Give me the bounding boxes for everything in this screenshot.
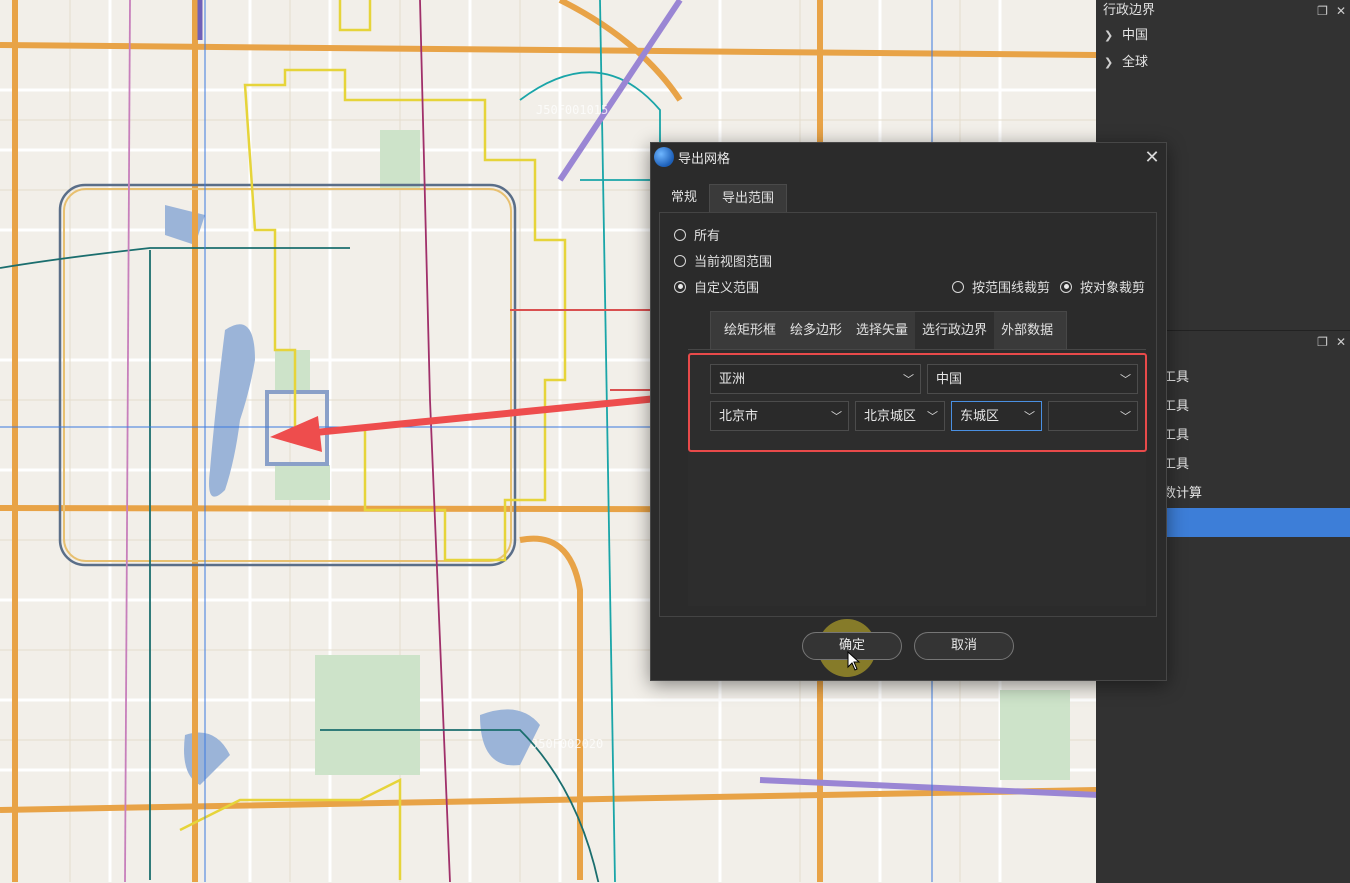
- tab-select-vector[interactable]: 选择矢量: [849, 312, 915, 350]
- panel-title: 行政边界: [1103, 3, 1156, 18]
- restore-icon[interactable]: ❐: [1317, 0, 1328, 22]
- tree-item-label: 全球: [1122, 55, 1149, 70]
- radio-label: 自定义范围: [694, 281, 760, 296]
- tree-item-label: 中国: [1122, 28, 1149, 43]
- chevron-right-icon[interactable]: ❯: [1104, 49, 1122, 76]
- export-grid-dialog: 导出网格 ✕ 常规 导出范围 所有 当前视图范围 自定义范围 按范围线裁剪 按对…: [650, 142, 1167, 681]
- panel-header: 行政边界 ❐ ✕: [1096, 0, 1350, 22]
- dialog-titlebar[interactable]: 导出网格 ✕: [651, 143, 1166, 171]
- radio-circle[interactable]: [1060, 280, 1072, 293]
- radio-current-view[interactable]: 当前视图范围: [674, 251, 772, 270]
- radio-label: 按对象裁剪: [1080, 281, 1146, 296]
- cancel-button[interactable]: 取消: [914, 632, 1014, 660]
- range-method-tabs: 绘矩形框 绘多边形 选择矢量 选行政边界 外部数据: [710, 311, 1068, 350]
- tab-export-range[interactable]: 导出范围: [709, 184, 788, 213]
- radio-all[interactable]: 所有: [674, 225, 720, 244]
- annotation-highlight-box: [688, 353, 1147, 452]
- radio-label: 当前视图范围: [694, 255, 773, 270]
- tab-draw-polygon[interactable]: 绘多边形: [783, 312, 849, 350]
- mouse-pointer-icon: [847, 651, 861, 671]
- radio-circle[interactable]: [952, 280, 964, 293]
- tab-general[interactable]: 常规: [659, 184, 709, 212]
- arrow-shaft: [309, 393, 673, 437]
- radio-label: 按范围线裁剪: [972, 281, 1051, 296]
- radio-circle[interactable]: [674, 254, 686, 267]
- radio-circle[interactable]: [674, 228, 686, 241]
- radio-circle[interactable]: [674, 280, 686, 293]
- close-icon[interactable]: ✕: [1336, 331, 1346, 353]
- radio-clip-by-object[interactable]: 按对象裁剪: [1060, 277, 1145, 296]
- radio-custom-range[interactable]: 自定义范围: [674, 277, 759, 296]
- tab-select-admin-boundary[interactable]: 选行政边界: [915, 312, 995, 350]
- tree-item-global[interactable]: ❯ 全球: [1096, 49, 1350, 76]
- radio-clip-by-range-line[interactable]: 按范围线裁剪: [952, 277, 1050, 296]
- app-globe-icon: [654, 147, 674, 167]
- map-sheet-label: J50F001015: [536, 103, 609, 117]
- map-sheet-label: J50F002020: [531, 737, 604, 751]
- close-icon[interactable]: ✕: [1138, 147, 1166, 168]
- chevron-right-icon[interactable]: ❯: [1104, 22, 1122, 49]
- tab-draw-rectangle[interactable]: 绘矩形框: [717, 312, 783, 350]
- restore-icon[interactable]: ❐: [1317, 331, 1328, 353]
- tree-item-china[interactable]: ❯ 中国: [1096, 22, 1350, 49]
- close-icon[interactable]: ✕: [1336, 0, 1346, 22]
- radio-label: 所有: [694, 229, 721, 244]
- dialog-title: 导出网格: [678, 151, 731, 167]
- tab-external-data[interactable]: 外部数据: [994, 312, 1060, 350]
- dialog-tabs: 常规 导出范围: [659, 184, 788, 213]
